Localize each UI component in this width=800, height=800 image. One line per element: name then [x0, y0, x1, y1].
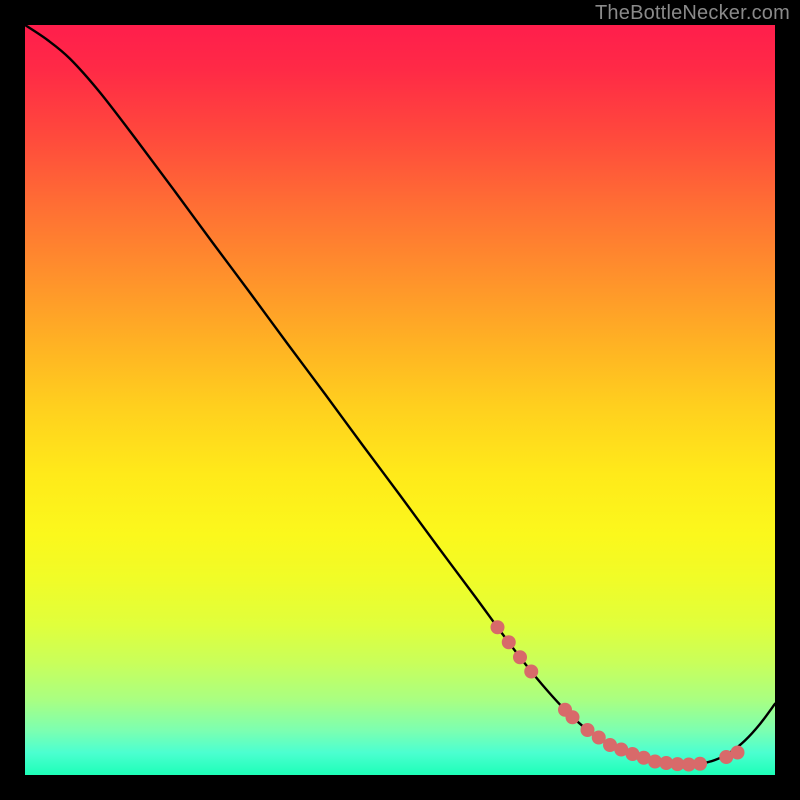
curve-marker: [514, 651, 527, 664]
curve-layer: [25, 25, 775, 775]
curve-markers: [491, 621, 744, 771]
watermark-text: TheBottleNecker.com: [595, 2, 790, 25]
curve-group: [25, 25, 775, 771]
curve-marker: [731, 746, 744, 759]
plot-area: [25, 25, 775, 775]
bottleneck-curve: [25, 25, 775, 765]
chart-stage: TheBottleNecker.com: [0, 0, 800, 800]
curve-marker: [502, 636, 515, 649]
curve-marker: [491, 621, 504, 634]
curve-marker: [525, 665, 538, 678]
curve-marker: [566, 711, 579, 724]
curve-marker: [694, 757, 707, 770]
curve-marker: [581, 724, 594, 737]
curve-marker: [592, 731, 605, 744]
